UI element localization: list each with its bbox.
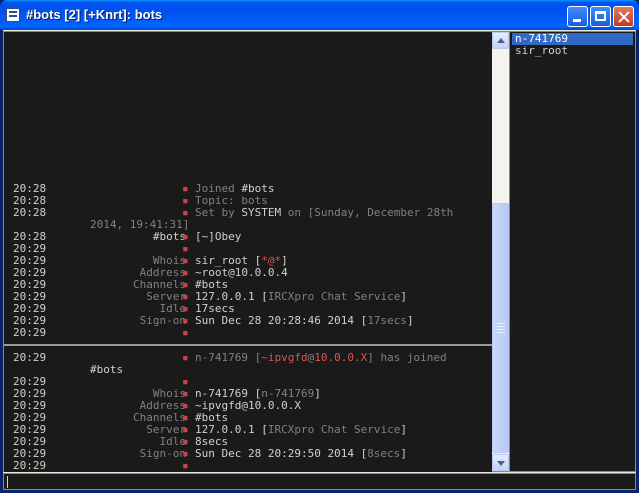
bullet-icon: ▪ <box>182 326 189 339</box>
message-fragment: n-741769 [ <box>195 351 262 364</box>
message-fragment: Sun Dec 28 20:29:50 2014 [ <box>195 447 368 460</box>
chat-line: 20:28 ▪ Set by SYSTEM on [Sunday, December… <box>4 207 492 219</box>
message-input[interactable] <box>3 473 636 490</box>
chat-line: #bots <box>4 364 492 376</box>
irc-window: #bots [2] [+Knrt]: bots 20:28 ▪ Joined #bo… <box>0 0 639 493</box>
scroll-thumb[interactable] <box>492 203 509 453</box>
message-text: Set by SYSTEM on [Sunday, December 28th <box>195 207 453 219</box>
chat-pane-top[interactable]: 20:28 ▪ Joined #bots 20:28 ▪ Topic: bots 20:28… <box>4 32 492 344</box>
message-fragment: ~ipvgfd <box>261 351 308 364</box>
chat-scrollbar[interactable] <box>492 32 509 471</box>
message-fragment: on [ <box>281 206 315 219</box>
timestamp: 20:29 <box>13 351 47 364</box>
timestamp: 20:29 <box>13 326 47 339</box>
scroll-grip <box>497 329 505 330</box>
chat-line: 20:29 ▪ <box>4 327 492 339</box>
nick-list-item[interactable]: sir_root <box>512 45 633 57</box>
close-icon[interactable] <box>613 6 634 27</box>
window-icon[interactable] <box>6 8 20 22</box>
window-title: #bots [2] [+Knrt]: bots <box>26 7 163 22</box>
message-fragment: IRCXpro Chat Service <box>267 423 401 436</box>
chat-line: 20:29 Sign-on ▪ Sun Dec 28 20:28:46 2014 [1… <box>4 315 492 327</box>
message-text: [~]Obey <box>195 231 241 243</box>
bullet-icon: ▪ <box>182 459 189 472</box>
timestamp: 20:28 <box>13 206 47 219</box>
minimize-icon[interactable] <box>567 6 588 27</box>
scroll-grip <box>497 323 505 324</box>
chat-line: 20:29 Server ▪ 127.0.0.1 [IRCXpro Chat Serv… <box>4 424 492 436</box>
scroll-down-icon[interactable] <box>492 454 509 471</box>
message-fragment: Sun Dec 28 20:28:46 2014 [ <box>195 314 368 327</box>
message-fragment: 8secs <box>367 447 401 460</box>
message-fragment: Sunday, December 28th <box>314 206 454 219</box>
scroll-grip <box>497 326 505 327</box>
timestamp: 20:29 <box>13 459 47 472</box>
message-fragment: [~]Obey <box>195 230 242 243</box>
chat-pane-bottom[interactable]: 20:29 ▪ n-741769 [~ipvgfd@10.0.0.X] has jo… <box>4 346 492 472</box>
window-body: 20:28 ▪ Joined #bots 20:28 ▪ Topic: bots 20:28… <box>3 30 636 490</box>
message-fragment: ] <box>406 314 414 327</box>
chat-line: 20:29 Server ▪ 127.0.0.1 [IRCXpro Chat Serv… <box>4 291 492 303</box>
nick-list[interactable]: n-741769 sir_root <box>509 31 636 472</box>
text-caret <box>7 476 8 488</box>
message-text: Sun Dec 28 20:28:46 2014 [17secs] <box>195 315 414 327</box>
chat-line: 20:29 Sign-on ▪ Sun Dec 28 20:29:50 2014 [8… <box>4 448 492 460</box>
message-text: n-741769 [~ipvgfd@10.0.0.X] has joined <box>195 352 447 364</box>
chat-line: 20:28 #bots ▪ [~]Obey <box>4 231 492 243</box>
message-text: Sun Dec 28 20:29:50 2014 [8secs] <box>195 448 407 460</box>
message-fragment: ] <box>314 387 321 400</box>
title-bar[interactable]: #bots [2] [+Knrt]: bots <box>0 0 639 30</box>
message-fragment: 17secs <box>367 314 407 327</box>
maximize-icon[interactable] <box>590 6 611 27</box>
line-label: Sign-on <box>139 314 186 327</box>
message-fragment: ] has joined <box>367 351 447 364</box>
wrapped-text: #bots <box>90 363 124 376</box>
message-fragment: ] <box>400 447 407 460</box>
message-fragment: 10.0.0.X <box>314 351 368 364</box>
scroll-grip <box>497 332 505 333</box>
chat-area: 20:28 ▪ Joined #bots 20:28 ▪ Topic: bots 20:28… <box>3 31 509 472</box>
chat-line: 20:29 ▪ <box>4 460 492 472</box>
message-fragment: SYSTEM <box>241 206 282 219</box>
bullet-icon: ▪ <box>182 351 189 364</box>
message-fragment: Set by <box>195 206 242 219</box>
message-fragment: ] <box>400 423 407 436</box>
chat-line: 20:29 Address ▪ ~ipvgfd@10.0.0.X <box>4 400 492 412</box>
message-fragment: IRCXpro Chat Service <box>267 290 401 303</box>
chat-line: 20:29 ▪ n-741769 [~ipvgfd@10.0.0.X] has jo… <box>4 352 492 364</box>
scroll-up-icon[interactable] <box>492 32 509 49</box>
line-label: Sign-on <box>139 447 186 460</box>
message-fragment: ] <box>400 290 407 303</box>
chat-line: 2014, 19:41:31] <box>4 219 492 231</box>
chat-line: 20:29 Address ▪ ~root@10.0.0.4 <box>4 267 492 279</box>
